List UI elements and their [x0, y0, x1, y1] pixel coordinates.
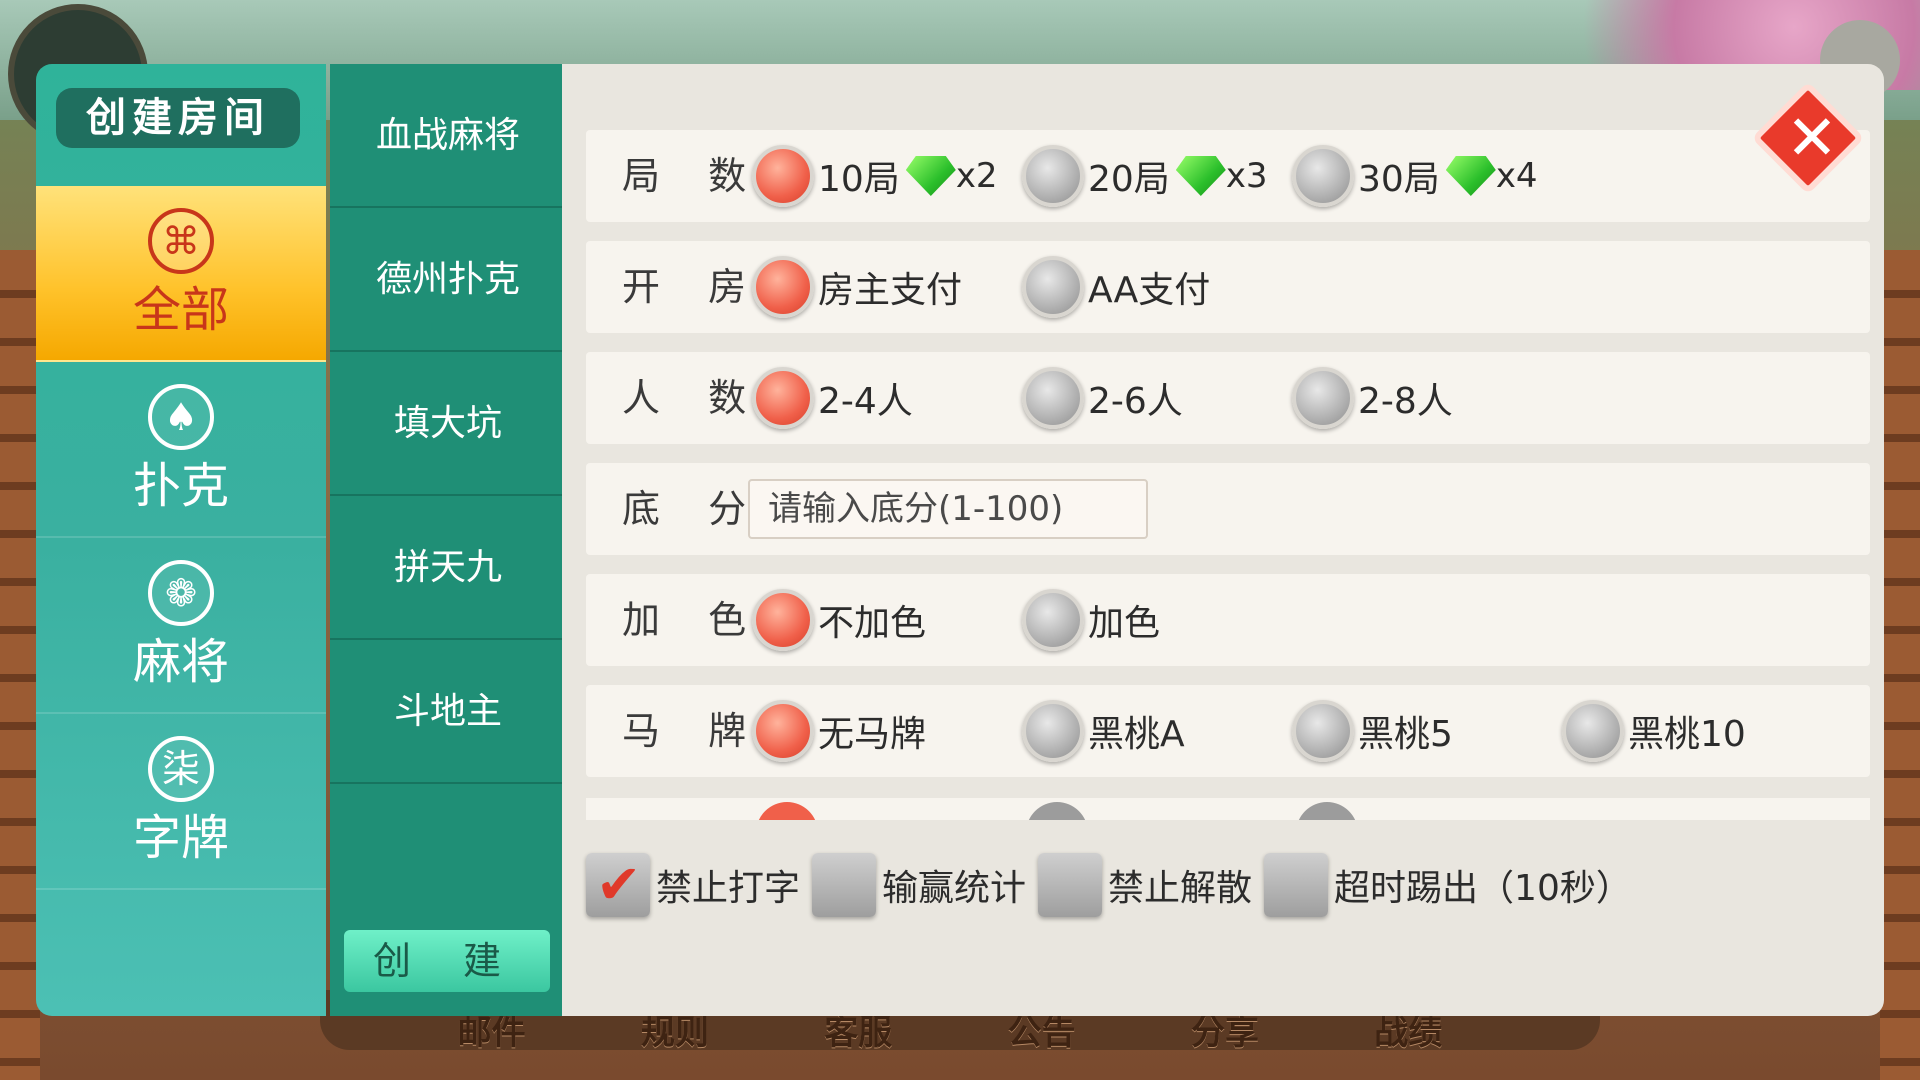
- horse-choice-spade-a[interactable]: 黑桃A: [1022, 685, 1185, 777]
- checkbox-win-loss-stats[interactable]: [812, 853, 877, 917]
- cost-multiplier: x4: [1495, 156, 1538, 196]
- category-poker[interactable]: ♠ 扑克: [36, 362, 326, 538]
- checkbox-timeout-kick[interactable]: [1264, 853, 1329, 917]
- radio-unselected[interactable]: [1022, 145, 1084, 207]
- gamepad-icon: ⌘: [148, 208, 214, 274]
- players-choice-2-4[interactable]: 2-4人: [752, 352, 913, 444]
- horse-choice-spade-5[interactable]: 黑桃5: [1292, 685, 1453, 777]
- color-choice-add[interactable]: 加色: [1022, 574, 1160, 666]
- option-row-base-score: 底 分: 请输入底分(1-100): [586, 463, 1870, 555]
- game-item-tiandakeng[interactable]: 填大坑: [330, 352, 566, 496]
- radio-selected[interactable]: [752, 256, 814, 318]
- spade-icon: ♠: [148, 384, 214, 450]
- category-label: 全部: [132, 282, 229, 338]
- choice-label: 2-4人: [818, 381, 913, 422]
- pay-choice-owner[interactable]: 房主支付: [752, 241, 962, 333]
- choice-label: 房主支付: [818, 270, 963, 311]
- diamond-icon: [1175, 156, 1226, 196]
- checkbox-row: ✔ 禁止打字 输赢统计 禁止解散 超时踢出（10秒）: [586, 850, 1644, 920]
- close-icon[interactable]: ✕: [1786, 104, 1838, 172]
- checkbox-no-dismiss[interactable]: [1038, 853, 1103, 917]
- rounds-choice-20[interactable]: 20局 x3: [1022, 130, 1268, 222]
- game-item-doudizhu[interactable]: 斗地主: [330, 640, 566, 784]
- dialog-title: 创建房间: [56, 88, 300, 148]
- choice-label: 10局: [818, 159, 900, 200]
- option-row-color: 加 色: 不加色 加色: [586, 574, 1870, 666]
- category-mahjong[interactable]: ❁ 麻将: [36, 538, 326, 714]
- option-row-horse: 马 牌: 无马牌 黑桃A 黑桃5 黑桃10: [586, 685, 1870, 777]
- pay-choice-aa[interactable]: AA支付: [1022, 241, 1210, 333]
- game-item-pintianjiu[interactable]: 拼天九: [330, 496, 566, 640]
- checkbox-label: 禁止解散: [1108, 868, 1253, 909]
- diamond-icon: [1445, 156, 1496, 196]
- choice-label: 黑桃A: [1088, 714, 1185, 755]
- choice-label: 2-8人: [1358, 381, 1453, 422]
- choice-label: 无马牌: [818, 714, 927, 755]
- choice-label: 2-6人: [1088, 381, 1183, 422]
- category-character[interactable]: 柒 字牌: [36, 714, 326, 890]
- option-row-players: 人 数: 2-4人 2-6人 2-8人: [586, 352, 1870, 444]
- radio-selected[interactable]: [752, 145, 814, 207]
- radio-unselected[interactable]: [1022, 700, 1084, 762]
- create-room-dialog: 创建房间 ⌘ 全部 ♠ 扑克 ❁ 麻将 柒 字牌 血战麻将 德州扑克 填大坑 拼…: [36, 64, 1884, 1016]
- radio-unselected[interactable]: [1292, 700, 1354, 762]
- character-tile-icon: 柒: [148, 736, 214, 802]
- game-item-texas[interactable]: 德州扑克: [330, 208, 566, 352]
- rounds-choice-30[interactable]: 30局 x4: [1292, 130, 1538, 222]
- players-choice-2-8[interactable]: 2-8人: [1292, 352, 1453, 444]
- checkbox-label: 输赢统计: [882, 868, 1027, 909]
- game-item-xuezhan[interactable]: 血战麻将: [330, 64, 566, 208]
- choice-label: 加色: [1088, 603, 1161, 644]
- option-row-partial: [586, 798, 1870, 820]
- game-list-panel: 血战麻将 德州扑克 填大坑 拼天九 斗地主 创 建: [330, 64, 566, 1016]
- radio-unselected[interactable]: [1022, 256, 1084, 318]
- option-row-rounds: 局 数: 10局 x2 20局 x3 30局 x4: [586, 130, 1870, 222]
- background-railing-right: [1880, 250, 1920, 1080]
- mahjong-tile-icon: ❁: [148, 560, 214, 626]
- checkbox-no-typing[interactable]: ✔: [586, 853, 650, 917]
- cost-multiplier: x3: [1225, 156, 1268, 196]
- option-row-pay: 开 房: 房主支付 AA支付: [586, 241, 1870, 333]
- category-label: 扑克: [132, 458, 229, 514]
- category-all[interactable]: ⌘ 全部: [36, 186, 326, 362]
- color-choice-none[interactable]: 不加色: [752, 574, 926, 666]
- choice-label: 黑桃10: [1628, 714, 1746, 755]
- radio-selected[interactable]: [752, 367, 814, 429]
- radio-selected[interactable]: [752, 700, 814, 762]
- radio-unselected[interactable]: [1026, 802, 1088, 820]
- category-label: 麻将: [132, 634, 229, 690]
- radio-unselected[interactable]: [1292, 145, 1354, 207]
- base-score-input[interactable]: 请输入底分(1-100): [748, 479, 1148, 539]
- background-railing-left: [0, 250, 40, 1080]
- create-button[interactable]: 创 建: [344, 930, 550, 992]
- choice-label: 黑桃5: [1358, 714, 1453, 755]
- choice-label: 30局: [1358, 159, 1440, 200]
- cost-multiplier: x2: [955, 156, 998, 196]
- category-label: 字牌: [132, 810, 229, 866]
- radio-selected[interactable]: [752, 589, 814, 651]
- radio-unselected[interactable]: [1296, 802, 1358, 820]
- options-panel: 局 数: 10局 x2 20局 x3 30局 x4 开 房: 房主支付 AA支付…: [562, 64, 1884, 1016]
- category-panel: 创建房间 ⌘ 全部 ♠ 扑克 ❁ 麻将 柒 字牌: [36, 64, 326, 1016]
- choice-label: 20局: [1088, 159, 1170, 200]
- horse-choice-spade-10[interactable]: 黑桃10: [1562, 685, 1746, 777]
- radio-unselected[interactable]: [1022, 367, 1084, 429]
- players-choice-2-6[interactable]: 2-6人: [1022, 352, 1183, 444]
- diamond-icon: [905, 156, 956, 196]
- choice-label: AA支付: [1088, 270, 1211, 311]
- choice-label: 不加色: [818, 603, 927, 644]
- rounds-choice-10[interactable]: 10局 x2: [752, 130, 998, 222]
- radio-selected[interactable]: [756, 802, 818, 820]
- checkbox-label: 超时踢出（10秒）: [1334, 868, 1632, 909]
- radio-unselected[interactable]: [1022, 589, 1084, 651]
- check-mark-icon: ✔: [596, 853, 642, 916]
- radio-unselected[interactable]: [1292, 367, 1354, 429]
- horse-choice-none[interactable]: 无马牌: [752, 685, 926, 777]
- radio-unselected[interactable]: [1562, 700, 1624, 762]
- checkbox-label: 禁止打字: [656, 868, 801, 909]
